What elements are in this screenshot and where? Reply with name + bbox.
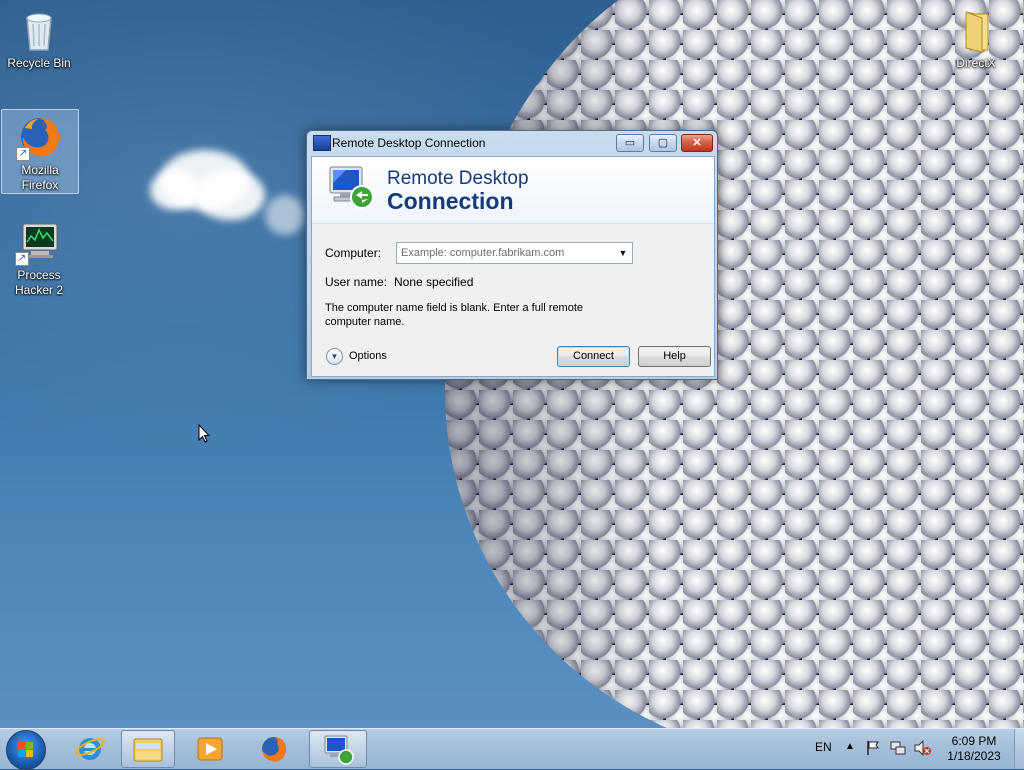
firefox-icon: ↗ bbox=[16, 113, 64, 161]
taskbar-remote-desktop[interactable] bbox=[309, 730, 367, 768]
desktop-icon-label: Recycle Bin bbox=[7, 56, 71, 70]
desktop-icon-label: Process Hacker 2 bbox=[14, 268, 64, 297]
dialog-titlebar[interactable]: Remote Desktop Connection ▭ ▢ ✕ bbox=[307, 131, 717, 155]
cloud bbox=[150, 170, 200, 210]
firefox-icon bbox=[262, 737, 287, 762]
help-button[interactable]: Help bbox=[638, 346, 711, 367]
clock-date: 1/18/2023 bbox=[947, 749, 1001, 763]
taskbar-internet-explorer[interactable] bbox=[64, 730, 116, 766]
banner-title-line2: Connection bbox=[387, 188, 514, 214]
blank-computer-message: The computer name field is blank. Enter … bbox=[325, 302, 584, 328]
desktop-icon-recycle-bin[interactable]: Recycle Bin bbox=[1, 6, 77, 71]
computer-label: Computer: bbox=[325, 246, 382, 260]
internet-explorer-icon bbox=[75, 738, 105, 760]
windows-logo-icon bbox=[18, 742, 34, 758]
desktop-icon-label: Mozilla Firefox bbox=[21, 163, 59, 192]
language-indicator[interactable]: EN bbox=[815, 740, 832, 754]
mouse-cursor-icon bbox=[198, 423, 211, 444]
taskbar-windows-explorer[interactable] bbox=[121, 730, 175, 768]
recycle-bin-icon bbox=[15, 6, 63, 54]
start-button[interactable] bbox=[6, 730, 46, 770]
maximize-button[interactable]: ▢ bbox=[649, 134, 677, 152]
desktop-icon-process-hacker[interactable]: ↗ Process Hacker 2 bbox=[1, 218, 77, 298]
close-icon: ✕ bbox=[692, 137, 702, 149]
media-player-icon bbox=[197, 737, 223, 761]
username-label: User name: bbox=[325, 275, 388, 289]
shortcut-arrow-icon: ↗ bbox=[16, 147, 30, 161]
remote-desktop-icon bbox=[313, 135, 331, 151]
show-hidden-icons-chevron-icon[interactable]: ▲ bbox=[845, 741, 855, 752]
desktop-icon-label: DirectX bbox=[956, 56, 996, 70]
banner-title-line1: Remote Desktop bbox=[387, 168, 529, 189]
clock[interactable]: 6:09 PM 1/18/2023 bbox=[940, 734, 1008, 764]
dialog-title: Remote Desktop Connection bbox=[332, 136, 486, 150]
computer-input[interactable] bbox=[397, 243, 611, 263]
taskbar: EN ▲ 6:09 PM 1/18/2023 bbox=[0, 728, 1024, 770]
taskbar-firefox[interactable] bbox=[248, 730, 300, 766]
dialog-client: Remote Desktop Connection Computer: ▼ Us… bbox=[311, 156, 715, 377]
close-button[interactable]: ✕ bbox=[681, 134, 713, 152]
options-label[interactable]: Options bbox=[349, 350, 387, 362]
minimize-icon: ▭ bbox=[624, 137, 636, 149]
taskbar-media-player[interactable] bbox=[184, 730, 236, 766]
shortcut-arrow-icon: ↗ bbox=[15, 252, 29, 266]
cloud bbox=[265, 195, 305, 235]
expand-chevron-icon[interactable]: ▼ bbox=[326, 348, 343, 365]
network-icon[interactable] bbox=[890, 740, 906, 756]
desktop-icon-firefox[interactable]: ↗ Mozilla Firefox bbox=[1, 109, 79, 194]
username-value: None specified bbox=[394, 275, 474, 289]
remote-desktop-monitor-icon bbox=[326, 165, 376, 211]
action-center-flag-icon[interactable] bbox=[866, 740, 880, 756]
process-hacker-icon: ↗ bbox=[15, 218, 63, 266]
remote-desktop-icon bbox=[324, 735, 354, 765]
windows-explorer-icon bbox=[133, 738, 163, 762]
minimize-button[interactable]: ▭ bbox=[616, 134, 644, 152]
volume-muted-icon[interactable] bbox=[914, 739, 932, 757]
dropdown-arrow-icon[interactable]: ▼ bbox=[614, 243, 632, 263]
computer-combobox[interactable]: ▼ bbox=[396, 242, 633, 264]
desktop-icon-directx[interactable]: DirectX bbox=[938, 6, 1014, 71]
clock-time: 6:09 PM bbox=[951, 734, 997, 748]
cloud bbox=[195, 170, 265, 220]
dialog-banner: Remote Desktop Connection bbox=[312, 157, 714, 224]
connect-button[interactable]: Connect bbox=[557, 346, 630, 367]
maximize-icon: ▢ bbox=[657, 137, 669, 149]
show-desktop-button[interactable] bbox=[1014, 729, 1024, 769]
rdc-dialog: Remote Desktop Connection ▭ ▢ ✕ Remote D… bbox=[306, 130, 718, 380]
folder-icon bbox=[952, 6, 1000, 54]
